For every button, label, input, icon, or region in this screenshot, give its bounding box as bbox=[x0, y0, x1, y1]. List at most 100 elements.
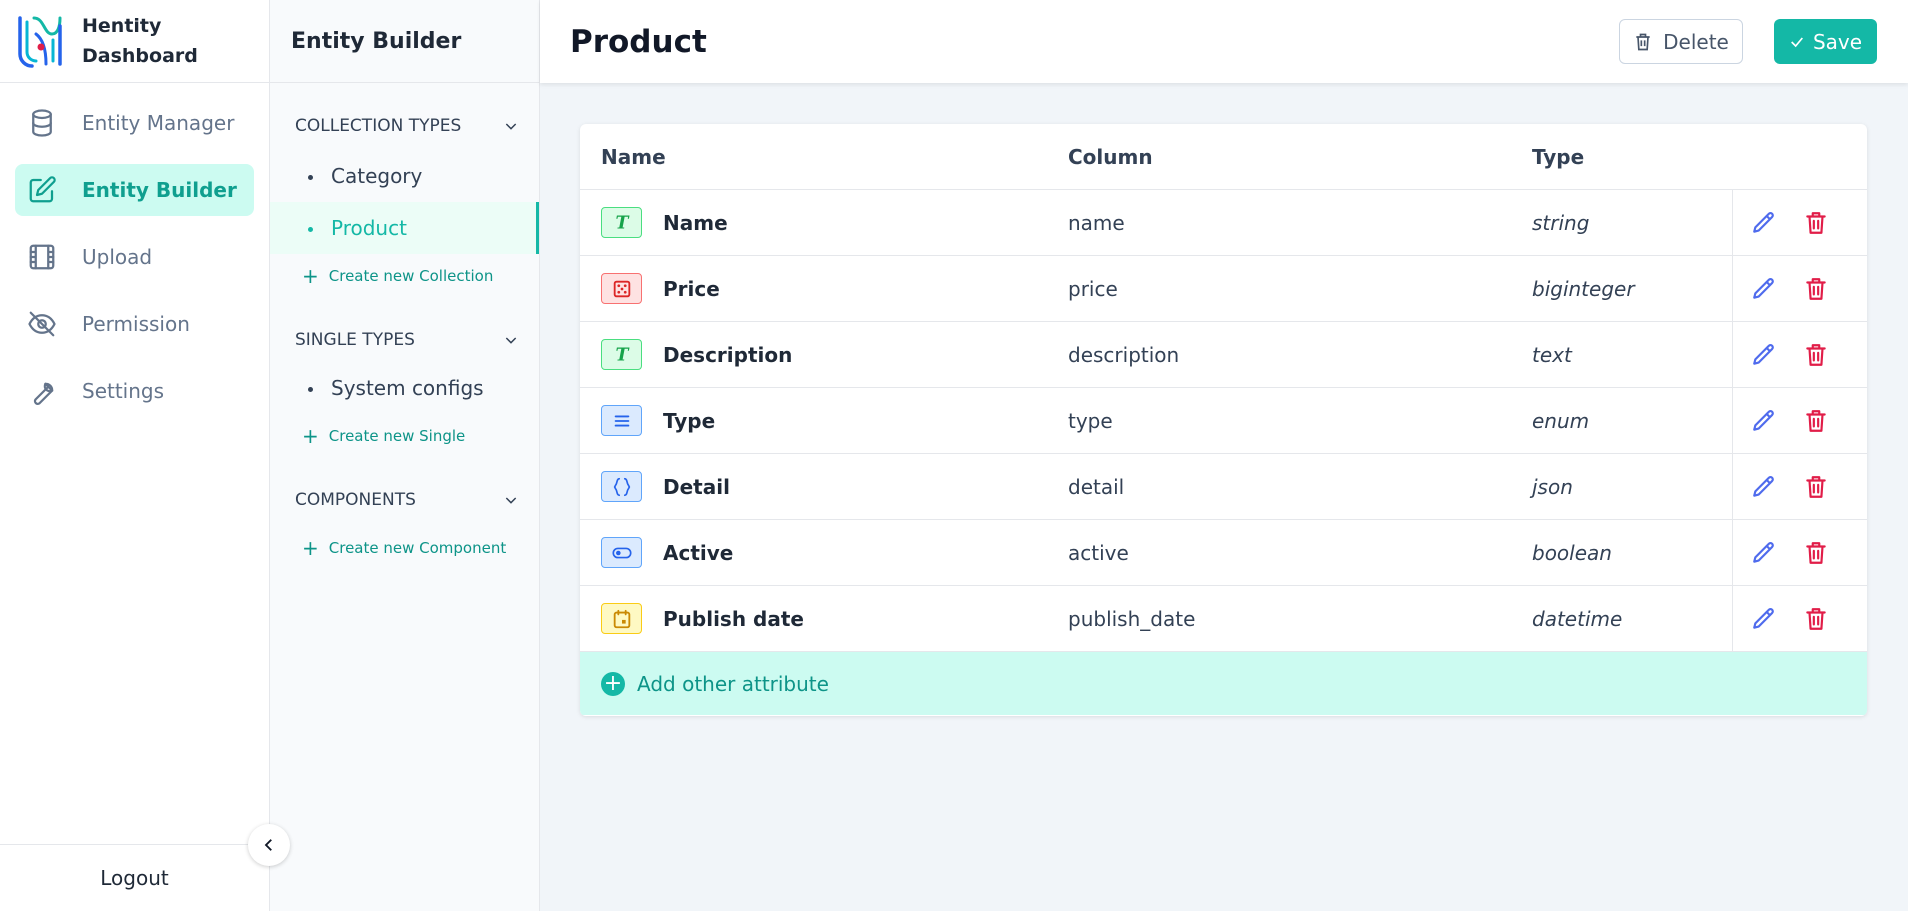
number-type-icon bbox=[601, 273, 642, 304]
chevron-down-icon bbox=[505, 497, 517, 504]
nav-label: Entity Builder bbox=[82, 178, 237, 202]
create-label: Create new Single bbox=[328, 427, 466, 445]
pencil-icon bbox=[1753, 541, 1774, 563]
save-label: Save bbox=[1812, 29, 1863, 54]
attribute-column: description bbox=[1068, 342, 1180, 367]
delete-attribute-button[interactable] bbox=[1803, 606, 1829, 632]
edit-attribute-button[interactable] bbox=[1751, 210, 1777, 236]
row-actions bbox=[1732, 454, 1867, 519]
nav-label: Permission bbox=[82, 312, 190, 336]
edit-attribute-button[interactable] bbox=[1751, 606, 1777, 632]
page-title: Product bbox=[570, 23, 707, 60]
boolean-type-icon bbox=[601, 537, 642, 568]
tree-item-product[interactable]: Product bbox=[270, 202, 539, 254]
attribute-type: enum bbox=[1532, 408, 1590, 433]
attribute-name: Publish date bbox=[663, 606, 804, 631]
attribute-column: price bbox=[1068, 276, 1118, 301]
trash-icon bbox=[1806, 277, 1826, 300]
table-row: Price price biginteger bbox=[580, 256, 1867, 322]
attribute-type: json bbox=[1532, 474, 1573, 499]
check-icon bbox=[1791, 36, 1803, 47]
svg-text:T: T bbox=[615, 213, 629, 233]
trash-icon bbox=[1636, 33, 1650, 50]
delete-attribute-button[interactable] bbox=[1803, 408, 1829, 434]
attribute-column: active bbox=[1068, 540, 1129, 565]
attribute-type: boolean bbox=[1532, 540, 1612, 565]
pencil-icon bbox=[1753, 409, 1774, 431]
nav-item-upload[interactable]: Upload bbox=[15, 231, 254, 283]
create-label: Create new Collection bbox=[328, 267, 494, 285]
trash-icon bbox=[1806, 475, 1826, 498]
plus-circle-icon: + bbox=[601, 671, 625, 696]
attribute-name: Name bbox=[663, 210, 728, 235]
create-component-link[interactable]: + Create new Component bbox=[295, 526, 539, 570]
bullet-dot bbox=[308, 387, 313, 392]
attribute-type: text bbox=[1532, 342, 1572, 367]
brand-name: Hentity Dashboard bbox=[82, 11, 198, 71]
add-attribute-button[interactable]: + Add other attribute bbox=[580, 652, 1867, 715]
film-icon bbox=[29, 244, 55, 270]
delete-attribute-button[interactable] bbox=[1803, 276, 1829, 302]
collapse-sidebar-button[interactable] bbox=[248, 824, 290, 866]
delete-attribute-button[interactable] bbox=[1803, 210, 1829, 236]
delete-attribute-button[interactable] bbox=[1803, 342, 1829, 368]
trash-icon bbox=[1806, 211, 1826, 234]
attribute-name: Type bbox=[663, 408, 716, 433]
builder-title: Entity Builder bbox=[270, 0, 539, 83]
add-attribute-label: Add other attribute bbox=[637, 671, 829, 696]
table-row: Detail detail json bbox=[580, 454, 1867, 520]
svg-text:T: T bbox=[615, 345, 629, 365]
edit-attribute-button[interactable] bbox=[1751, 342, 1777, 368]
attribute-name: Description bbox=[663, 342, 793, 367]
components-header[interactable]: COMPONENTS bbox=[295, 480, 539, 520]
attribute-type: biginteger bbox=[1532, 276, 1635, 301]
page-header: Product Delete Save bbox=[540, 0, 1908, 83]
collection-types-header[interactable]: COLLECTION TYPES bbox=[295, 106, 539, 146]
attribute-column: detail bbox=[1068, 474, 1125, 499]
delete-attribute-button[interactable] bbox=[1803, 474, 1829, 500]
main-sidebar: Hentity Dashboard Entity Manager Entity … bbox=[0, 0, 270, 911]
edit-icon bbox=[29, 176, 56, 203]
edit-attribute-button[interactable] bbox=[1751, 408, 1777, 434]
brand-line-1: Hentity bbox=[82, 15, 162, 37]
brand: Hentity Dashboard bbox=[0, 0, 269, 83]
hentity-logo-icon bbox=[18, 16, 62, 68]
logout-button[interactable]: Logout bbox=[0, 844, 269, 911]
row-actions bbox=[1732, 388, 1867, 453]
nav-item-settings[interactable]: Settings bbox=[15, 365, 254, 417]
main-nav: Entity Manager Entity Builder Upload Per… bbox=[0, 97, 269, 417]
row-actions bbox=[1732, 256, 1867, 321]
header-name: Name bbox=[601, 144, 666, 169]
delete-attribute-button[interactable] bbox=[1803, 540, 1829, 566]
bullet-dot bbox=[308, 175, 313, 180]
create-single-link[interactable]: + Create new Single bbox=[295, 414, 539, 458]
delete-label: Delete bbox=[1663, 29, 1729, 54]
table-row: Type type enum bbox=[580, 388, 1867, 454]
nav-item-entity-manager[interactable]: Entity Manager bbox=[15, 97, 254, 149]
edit-attribute-button[interactable] bbox=[1751, 540, 1777, 566]
nav-item-entity-builder[interactable]: Entity Builder bbox=[15, 164, 254, 216]
nav-item-permission[interactable]: Permission bbox=[15, 298, 254, 350]
tree-item-system-configs[interactable]: System configs bbox=[270, 362, 539, 414]
enum-type-icon bbox=[601, 405, 642, 436]
section-title: SINGLE TYPES bbox=[295, 330, 415, 350]
trash-icon bbox=[1806, 343, 1826, 366]
pencil-icon bbox=[1753, 343, 1774, 365]
tree-item-label: System configs bbox=[331, 376, 484, 400]
tree-item-category[interactable]: Category bbox=[270, 150, 539, 202]
wrench-icon bbox=[33, 382, 54, 405]
create-collection-link[interactable]: + Create new Collection bbox=[295, 254, 539, 298]
save-button[interactable]: Save bbox=[1774, 19, 1877, 64]
row-actions bbox=[1732, 586, 1867, 651]
attribute-column: type bbox=[1068, 408, 1113, 433]
edit-attribute-button[interactable] bbox=[1751, 276, 1777, 302]
single-types-header[interactable]: SINGLE TYPES bbox=[295, 320, 539, 360]
delete-button[interactable]: Delete bbox=[1619, 19, 1743, 64]
scrollbar-gutter bbox=[1908, 0, 1919, 911]
tree-item-label: Product bbox=[331, 216, 407, 240]
pencil-icon bbox=[1753, 211, 1774, 233]
plus-icon: + bbox=[302, 536, 319, 560]
table-row: Active active boolean bbox=[580, 520, 1867, 586]
edit-attribute-button[interactable] bbox=[1751, 474, 1777, 500]
attribute-name: Price bbox=[663, 276, 720, 301]
